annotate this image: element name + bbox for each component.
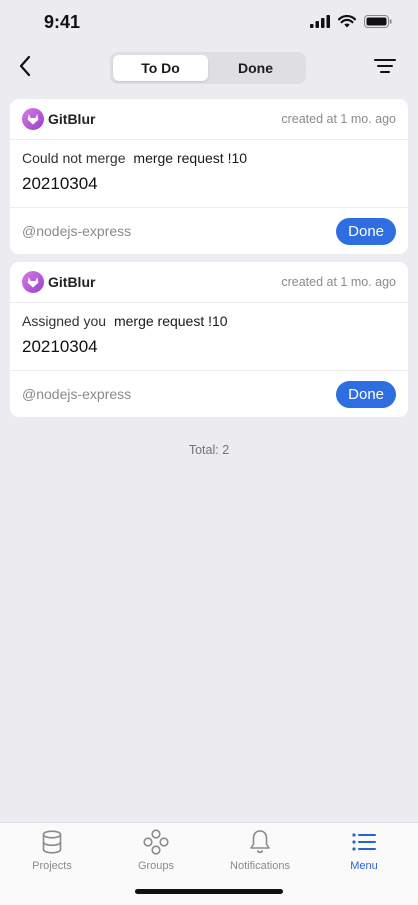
status-time: 9:41 bbox=[44, 12, 81, 32]
tab-to-do[interactable]: To Do bbox=[113, 55, 208, 81]
top-bar: To Do Done bbox=[0, 46, 418, 92]
wifi-icon bbox=[337, 15, 357, 33]
back-button[interactable] bbox=[10, 52, 40, 84]
chevron-left-icon bbox=[18, 55, 32, 82]
todo-project[interactable]: @nodejs-express bbox=[22, 386, 131, 402]
todo-card[interactable]: GitBlur created at 1 mo. ago Assigned yo… bbox=[10, 262, 408, 417]
tab-projects[interactable]: Projects bbox=[0, 829, 104, 875]
todo-card-header: GitBlur created at 1 mo. ago bbox=[10, 99, 408, 140]
todo-title: 20210304 bbox=[22, 174, 98, 193]
tab-menu[interactable]: Menu bbox=[312, 829, 416, 875]
done-button[interactable]: Done bbox=[336, 217, 396, 245]
todo-project[interactable]: @nodejs-express bbox=[22, 223, 131, 239]
tab-done[interactable]: Done bbox=[208, 55, 303, 81]
tab-menu-label: Menu bbox=[350, 860, 378, 872]
total-count: Total: 2 bbox=[188, 443, 230, 457]
todo-title: 20210304 bbox=[22, 337, 98, 356]
todo-target-link[interactable]: merge request !10 bbox=[133, 150, 247, 166]
done-button[interactable]: Done bbox=[336, 380, 396, 408]
todo-card-footer: @nodejs-express Done bbox=[10, 208, 408, 254]
todo-action: Assigned you bbox=[22, 313, 107, 329]
todo-source: GitBlur bbox=[48, 274, 96, 290]
filter-button[interactable] bbox=[372, 54, 398, 82]
todo-action-line: Could not merge merge request !10 bbox=[22, 150, 396, 166]
tab-notifications-label: Notifications bbox=[230, 860, 290, 872]
todo-created-time: created at 1 mo. ago bbox=[281, 112, 396, 126]
signal-icon bbox=[310, 15, 330, 33]
gitblur-logo-icon bbox=[22, 108, 44, 130]
todo-card-header: GitBlur created at 1 mo. ago bbox=[10, 262, 408, 303]
home-indicator[interactable] bbox=[135, 889, 283, 894]
todo-created-time: created at 1 mo. ago bbox=[281, 275, 396, 289]
battery-icon bbox=[364, 15, 392, 33]
todo-card-footer: @nodejs-express Done bbox=[10, 371, 408, 417]
database-icon bbox=[39, 829, 65, 855]
groups-icon bbox=[143, 829, 169, 855]
gitblur-logo-icon bbox=[22, 271, 44, 293]
status-bar: 9:41 bbox=[0, 0, 418, 46]
menu-list-icon bbox=[351, 829, 377, 855]
todo-action: Could not merge bbox=[22, 150, 126, 166]
todo-card-body: Assigned you merge request !10 20210304 bbox=[10, 303, 408, 371]
tab-groups[interactable]: Groups bbox=[104, 829, 208, 875]
tab-notifications[interactable]: Notifications bbox=[208, 829, 312, 875]
filter-lines-icon bbox=[374, 58, 396, 79]
bell-icon bbox=[247, 829, 273, 855]
todo-action-line: Assigned you merge request !10 bbox=[22, 313, 396, 329]
todo-target-link[interactable]: merge request !10 bbox=[114, 313, 228, 329]
todo-card[interactable]: GitBlur created at 1 mo. ago Could not m… bbox=[10, 99, 408, 254]
tab-projects-label: Projects bbox=[32, 860, 72, 872]
tab-groups-label: Groups bbox=[137, 860, 175, 872]
todo-source: GitBlur bbox=[48, 111, 96, 127]
status-icons bbox=[310, 15, 392, 33]
todo-card-body: Could not merge merge request !10 202103… bbox=[10, 140, 408, 208]
todo-done-segmented-control: To Do Done bbox=[110, 52, 306, 84]
